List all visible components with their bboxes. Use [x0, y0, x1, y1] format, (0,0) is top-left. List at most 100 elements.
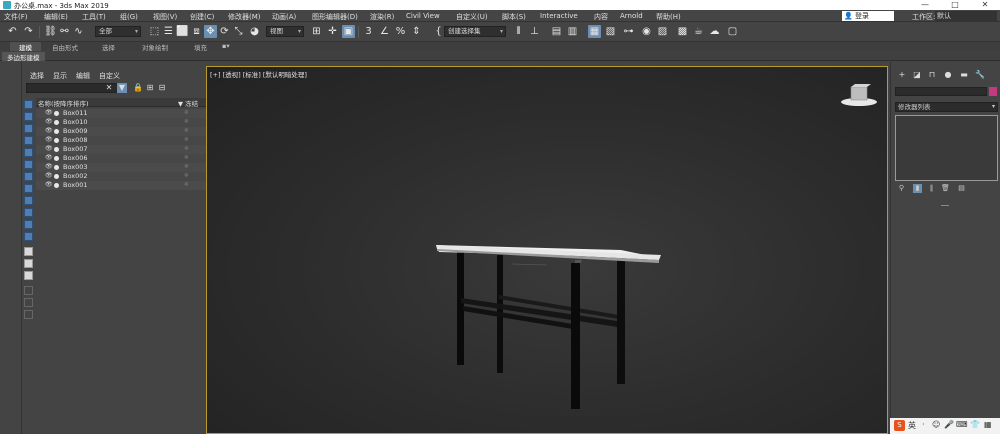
keyboard-icon[interactable]: ⌨ [956, 420, 968, 429]
render-setup-icon[interactable]: ▨ [656, 25, 669, 38]
render-dot-icon[interactable] [54, 129, 59, 134]
microphone-icon[interactable]: 🎤 [944, 420, 954, 429]
freeze-icon[interactable]: ❄ [184, 136, 189, 143]
utilities-tab-icon[interactable]: 🔧 [975, 70, 985, 80]
modifier-stack[interactable] [895, 115, 998, 181]
mirror-icon[interactable]: ⫴ [512, 25, 525, 38]
named-selection-sets-dropdown[interactable]: 创建选择集 [444, 26, 506, 37]
table-row[interactable]: 👁 Box008 ❄ [36, 136, 206, 145]
folder-icon[interactable] [24, 310, 33, 319]
selection-filter-dropdown[interactable]: 全部 [95, 26, 141, 37]
make-unique-icon[interactable]: ∥ [927, 184, 936, 193]
menu-tools[interactable]: 工具(T) [82, 12, 106, 22]
material-editor-icon[interactable]: ◉ [640, 25, 653, 38]
table-row[interactable]: 👁 Box003 ❄ [36, 163, 206, 172]
explorer-menu-edit[interactable]: 编辑 [76, 71, 90, 81]
visibility-eye-icon[interactable]: 👁 [45, 127, 53, 134]
percent-snap-icon[interactable]: % [394, 25, 407, 38]
freeze-icon[interactable]: ❄ [184, 163, 189, 170]
display-tab-icon[interactable]: ▬ [959, 70, 969, 80]
display-none-icon[interactable] [24, 259, 33, 268]
filter-icon[interactable]: ▼ [117, 83, 127, 93]
visibility-eye-icon[interactable]: 👁 [45, 136, 53, 143]
remove-modifier-icon[interactable]: 🗑 [941, 184, 950, 193]
visibility-eye-icon[interactable]: 👁 [45, 172, 53, 179]
workspace-dropdown[interactable]: 默认 [935, 11, 997, 21]
select-object-icon[interactable]: ⬚ [148, 25, 161, 38]
menu-animation[interactable]: 动画(A) [272, 12, 296, 22]
menu-modifiers[interactable]: 修改器(M) [228, 12, 261, 22]
display-groups-icon[interactable] [24, 172, 33, 181]
close-button[interactable]: ✕ [970, 0, 1000, 10]
panel-grip[interactable] [941, 205, 949, 206]
display-cameras-icon[interactable] [24, 136, 33, 145]
freeze-icon[interactable]: ❄ [184, 127, 189, 134]
desk-leg-front-left[interactable] [571, 263, 580, 409]
render-production-icon[interactable]: ☕ [692, 25, 705, 38]
sign-in-dropdown[interactable]: 👤 登录 [842, 11, 894, 21]
render-dot-icon[interactable] [54, 165, 59, 170]
pivot-center-icon[interactable]: ⊞ [310, 25, 323, 38]
table-row[interactable]: 👁 Box002 ❄ [36, 172, 206, 181]
align-icon[interactable]: ⊥ [528, 25, 541, 38]
freeze-icon[interactable]: ❄ [184, 181, 189, 188]
freeze-icon[interactable]: ❄ [184, 118, 189, 125]
visibility-eye-icon[interactable]: 👁 [45, 163, 53, 170]
select-and-move-icon[interactable]: ✥ [204, 25, 217, 38]
select-and-rotate-icon[interactable]: ⟳ [218, 25, 231, 38]
explorer-menu-display[interactable]: 显示 [53, 71, 67, 81]
freeze-icon[interactable]: ❄ [184, 172, 189, 179]
snaps-toggle-icon[interactable]: 3 [362, 25, 375, 38]
menu-help[interactable]: 帮助(H) [656, 12, 681, 22]
column-freeze-header[interactable]: ▼ 冻结 [178, 98, 198, 108]
display-shapes-icon[interactable] [24, 112, 33, 121]
hierarchy-tab-icon[interactable]: ⊓ [927, 70, 937, 80]
schematic-view-icon[interactable]: ⊶ [622, 25, 635, 38]
create-tab-icon[interactable]: + [897, 70, 907, 80]
reference-coordinate-dropdown[interactable]: 视图 [266, 26, 304, 37]
object-name-field[interactable] [895, 87, 987, 96]
object-color-swatch[interactable] [989, 87, 997, 96]
render-dot-icon[interactable] [54, 138, 59, 143]
minimize-button[interactable]: — [910, 0, 940, 10]
render-in-cloud-icon[interactable]: ☁ [708, 25, 721, 38]
freeze-icon[interactable]: ❄ [184, 109, 189, 116]
display-containers-icon[interactable] [24, 208, 33, 217]
menu-create[interactable]: 创建(C) [190, 12, 214, 22]
lock-icon[interactable]: 🔒 [133, 83, 143, 93]
modify-tab-icon[interactable]: ◪ [912, 70, 922, 80]
punctuation-icon[interactable]: · [922, 420, 925, 429]
table-row[interactable]: 👁 Box010 ❄ [36, 118, 206, 127]
curve-editor-icon[interactable]: ▧ [604, 25, 617, 38]
table-row[interactable]: 👁 Box011 ❄ [36, 109, 206, 118]
column-name-header[interactable]: 名称(按降序排序) [38, 98, 89, 108]
menu-arnold[interactable]: Arnold [620, 12, 643, 20]
render-dot-icon[interactable] [54, 156, 59, 161]
menu-customize[interactable]: 自定义(U) [456, 12, 488, 22]
visibility-eye-icon[interactable]: 👁 [45, 118, 53, 125]
visibility-eye-icon[interactable]: 👁 [45, 154, 53, 161]
table-row[interactable]: 👁 Box009 ❄ [36, 127, 206, 136]
menu-civil-view[interactable]: Civil View [406, 12, 440, 20]
hierarchy-icon[interactable]: ⊞ [145, 83, 155, 93]
table-row[interactable]: 👁 Box001 ❄ [36, 181, 206, 190]
ribbon-subtab-polygon-modeling[interactable]: 多边形建模 [2, 52, 45, 62]
pin-stack-icon[interactable]: ⚲ [897, 184, 906, 193]
menu-rendering[interactable]: 渲染(R) [370, 12, 394, 22]
display-lights-icon[interactable] [24, 124, 33, 133]
sync-selection-icon[interactable]: ⊟ [157, 83, 167, 93]
display-xrefs-icon[interactable] [24, 184, 33, 193]
rendered-frame-window-icon[interactable]: ▩ [676, 25, 689, 38]
redo-icon[interactable]: ↷ [22, 25, 35, 38]
visibility-eye-icon[interactable]: 👁 [45, 109, 53, 116]
ime-language[interactable]: 英 [908, 420, 916, 431]
display-frozen-icon[interactable] [24, 220, 33, 229]
visibility-eye-icon[interactable]: 👁 [45, 181, 53, 188]
clear-search-icon[interactable]: ✕ [104, 83, 114, 93]
menu-scripting[interactable]: 脚本(S) [502, 12, 526, 22]
toggle-ribbon-icon[interactable]: ▦ [588, 25, 601, 38]
rectangular-selection-icon[interactable]: ⬜ [176, 25, 189, 38]
explorer-menu-customize[interactable]: 自定义 [99, 71, 120, 81]
render-dot-icon[interactable] [54, 120, 59, 125]
freeze-icon[interactable]: ❄ [184, 154, 189, 161]
